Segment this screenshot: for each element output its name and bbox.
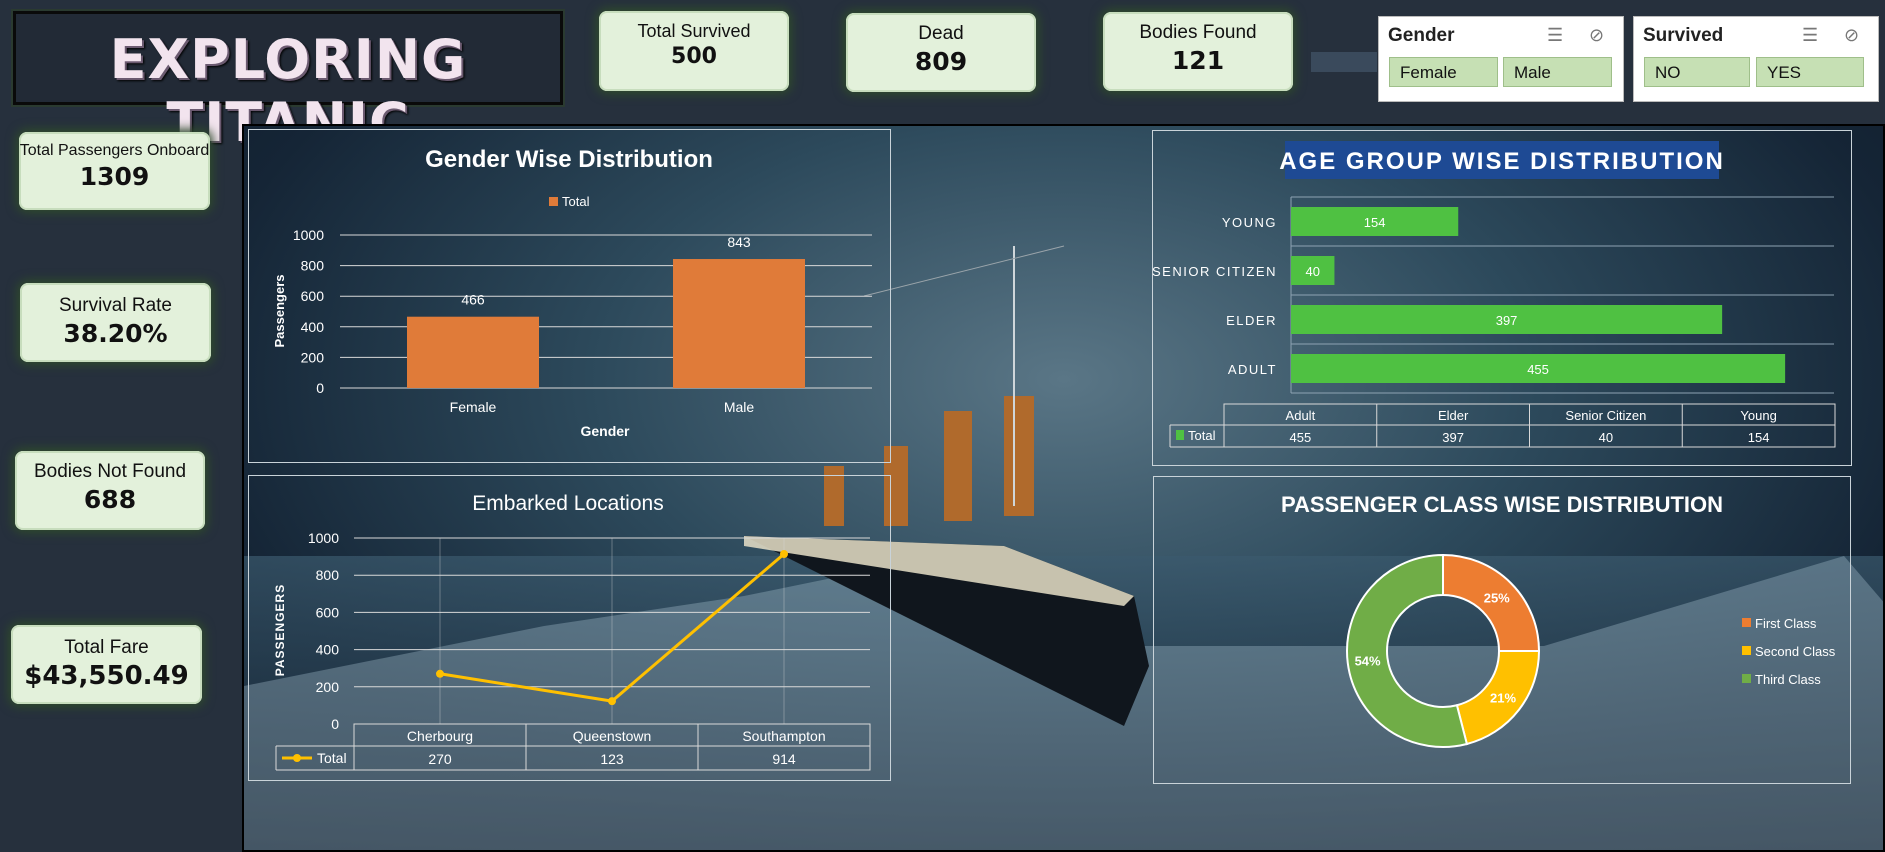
data-label: 455 [1527,362,1549,377]
x-tick-label: Female [450,399,497,415]
y-tick-label: 600 [301,288,325,304]
table-cell: 914 [772,751,796,767]
x-axis-label: Gender [580,423,630,439]
data-label: 154 [1364,215,1386,230]
x-tick-label: Cherbourg [407,728,473,744]
legend-label: Second Class [1755,644,1836,659]
dashboard: EXPLORING TITANIC Total Survived 500 Dea… [0,0,1885,852]
y-tick-label: 1000 [293,227,324,243]
chart-title: AGE GROUP WISE DISTRIBUTION [1279,148,1725,175]
legend-swatch [1742,674,1751,683]
y-axis-label: Passengers [272,275,287,348]
bar [673,259,805,388]
y-tick-label: 200 [316,679,340,695]
table-cell: 455 [1290,430,1312,445]
bar [407,316,539,388]
table-header: Young [1740,408,1776,423]
data-label: 25% [1484,590,1510,605]
y-tick-label: 400 [316,642,340,658]
y-tick-label: ELDER [1226,313,1277,328]
charts-layer: Gender Wise DistributionTotal02004006008… [272,141,1836,771]
y-tick-label: 400 [301,319,325,335]
legend-label: Total [562,194,590,209]
x-tick-label: Queenstown [573,728,652,744]
table-cell: 40 [1599,430,1613,445]
table-header: Elder [1438,408,1469,423]
chart-title: Gender Wise Distribution [425,146,713,173]
data-point [780,549,788,558]
data-point [608,697,616,706]
table-header: Adult [1286,408,1316,423]
data-label: 40 [1305,264,1319,279]
data-label: 466 [461,292,485,308]
y-tick-label: 0 [331,716,339,732]
table-cell: 397 [1442,430,1464,445]
x-tick-label: Male [724,399,755,415]
x-tick-label: Southampton [742,728,825,744]
data-label: 843 [727,234,751,250]
y-tick-label: 800 [316,567,340,583]
y-tick-label: ADULT [1228,362,1277,377]
table-header: Senior Citizen [1565,408,1646,423]
legend-marker [293,754,301,762]
data-label: 54% [1355,654,1381,669]
chart-title: PASSENGER CLASS WISE DISTRIBUTION [1281,492,1723,517]
y-tick-label: 600 [316,604,340,620]
table-cell: 154 [1748,430,1770,445]
legend-label: Total [1188,428,1216,443]
legend-swatch [1176,430,1184,440]
legend-swatch [1742,646,1751,655]
y-tick-label: SENIOR CITIZEN [1152,264,1277,279]
table-cell: 123 [600,751,624,767]
data-label: 21% [1490,691,1516,706]
y-tick-label: 800 [301,258,325,274]
legend-swatch [549,197,558,206]
y-tick-label: YOUNG [1222,215,1277,230]
y-tick-label: 1000 [308,530,339,546]
legend-label: Third Class [1755,672,1821,687]
chart-title: Embarked Locations [472,492,663,515]
y-tick-label: 0 [316,380,324,396]
data-point [436,669,444,678]
legend-swatch [1742,618,1751,627]
data-label: 397 [1496,313,1518,328]
legend-label: Total [317,750,347,766]
y-axis-label: PASSENGERS [273,584,287,676]
y-tick-label: 200 [301,349,325,365]
legend-label: First Class [1755,616,1817,631]
table-cell: 270 [428,751,452,767]
